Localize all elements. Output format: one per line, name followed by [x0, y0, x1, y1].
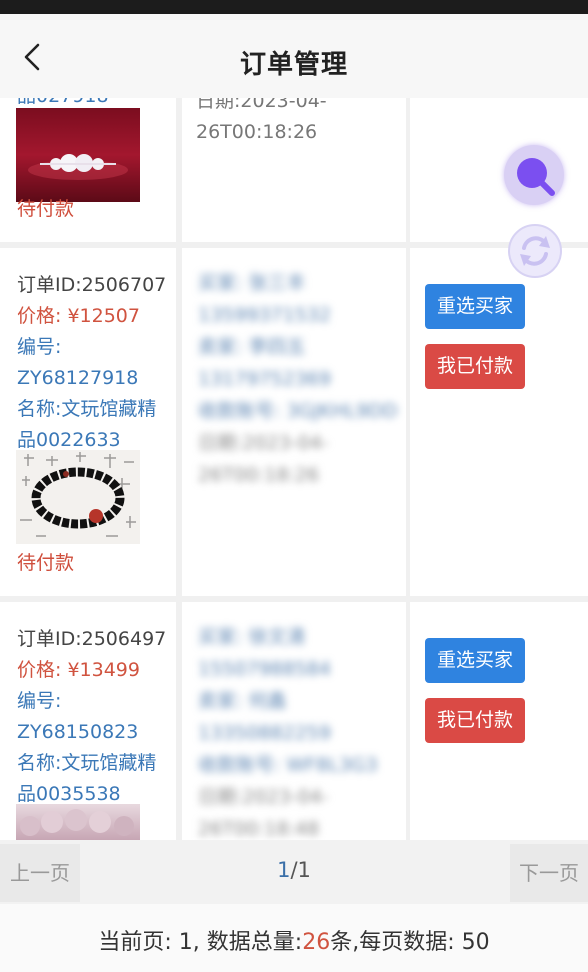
summary-suffix: 条,每页数据: 50: [330, 930, 490, 955]
order-summary-cell: 订单ID:2506707 价格: ¥12507 编号: ZY68127918 名…: [0, 248, 176, 596]
app-header: 订单管理: [0, 14, 588, 98]
order-info-cell: 买家: 徐文清 15507988584 卖家: 何鑫 13350882259 收…: [182, 602, 406, 840]
buyer-name: 买家: 徐文清: [198, 626, 306, 648]
order-summary-cell: 品027918 待付款: [0, 98, 176, 242]
order-price: 价格: ¥13499: [17, 659, 140, 681]
reselect-buyer-button[interactable]: 重选买家: [425, 638, 525, 683]
order-status: 待付款: [17, 198, 75, 220]
total-pages: /1: [290, 858, 311, 882]
pagination: 上一页 1/1 下一页: [0, 840, 588, 904]
seller-phone: 13350882259: [198, 722, 331, 744]
paid-button[interactable]: 我已付款: [425, 344, 525, 389]
search-icon: [517, 158, 555, 196]
product-image[interactable]: [16, 450, 140, 544]
status-bar-edge: [0, 0, 588, 14]
seller-phone: 13179752369: [198, 368, 331, 390]
current-page: 1: [277, 858, 291, 882]
order-date-line1: 日期:2023-04-: [198, 786, 329, 808]
order-date-line1: 日期:2023-04-: [198, 432, 329, 454]
order-id: 订单ID:2506497: [17, 628, 167, 650]
order-code-label: 编号:: [17, 336, 62, 358]
order-actions-cell: 重选买家 我已付款: [410, 602, 588, 840]
order-list[interactable]: 品027918 待付款 日期:2023-04- 26T00:18:26 订单ID…: [0, 98, 588, 840]
order-info-cell: 日期:2023-04- 26T00:18:26: [182, 98, 406, 242]
order-status: 待付款: [17, 552, 75, 574]
order-name-line1: 名称:文玩馆藏精: [17, 752, 157, 774]
payee-account: 收款账号: WF8L3G3: [198, 754, 378, 776]
order-row: 订单ID:2506497 价格: ¥13499 编号: ZY68150823 名…: [0, 602, 588, 840]
order-date-line2: 26T00:18:48: [198, 818, 320, 840]
buyer-phone: 15507988584: [198, 658, 331, 680]
order-actions-cell: 重选买家 我已付款: [410, 248, 588, 596]
page-title: 订单管理: [239, 50, 348, 80]
buyer-name: 买家: 张三丰: [198, 272, 306, 294]
total-count: 26: [302, 930, 331, 955]
order-row: 订单ID:2506707 价格: ¥12507 编号: ZY68127918 名…: [0, 248, 588, 596]
order-code-label: 编号:: [17, 690, 62, 712]
seller-name: 卖家: 李四五: [198, 336, 306, 358]
product-image[interactable]: [16, 804, 140, 840]
refresh-icon: [520, 236, 550, 266]
refresh-fab[interactable]: [508, 224, 562, 278]
order-code: ZY68127918: [17, 367, 139, 389]
order-price: 价格: ¥12507: [17, 305, 140, 327]
summary-prefix: 当前页: 1, 数据总量:: [98, 930, 303, 955]
order-row: 品027918 待付款 日期:2023-04- 26T00:18:26: [0, 98, 588, 242]
data-summary: 当前页: 1, 数据总量:26条,每页数据: 50: [0, 904, 588, 972]
seller-name: 卖家: 何鑫: [198, 690, 287, 712]
payee-account: 收款账号: 3GJKHL9DD: [198, 400, 398, 422]
order-code: ZY68150823: [17, 721, 139, 743]
order-id: 订单ID:2506707: [17, 274, 167, 296]
page-indicator: 1/1: [0, 858, 588, 882]
order-date-line1: 日期:2023-04-: [196, 98, 327, 112]
product-image[interactable]: [16, 108, 140, 202]
summary-text: 当前页: 1, 数据总量:26条,每页数据: 50: [0, 924, 588, 956]
buyer-phone: 13599371532: [198, 304, 331, 326]
order-date-line2: 26T00:18:26: [198, 464, 320, 486]
paid-button[interactable]: 我已付款: [425, 698, 525, 743]
order-summary-cell: 订单ID:2506497 价格: ¥13499 编号: ZY68150823 名…: [0, 602, 176, 840]
next-page-button[interactable]: 下一页: [510, 844, 588, 902]
order-info-cell: 买家: 张三丰 13599371532 卖家: 李四五 13179752369 …: [182, 248, 406, 596]
reselect-buyer-button[interactable]: 重选买家: [425, 284, 525, 329]
order-name-line1: 名称:文玩馆藏精: [17, 398, 157, 420]
search-fab[interactable]: [504, 145, 564, 205]
order-date-line2: 26T00:18:26: [196, 121, 318, 143]
